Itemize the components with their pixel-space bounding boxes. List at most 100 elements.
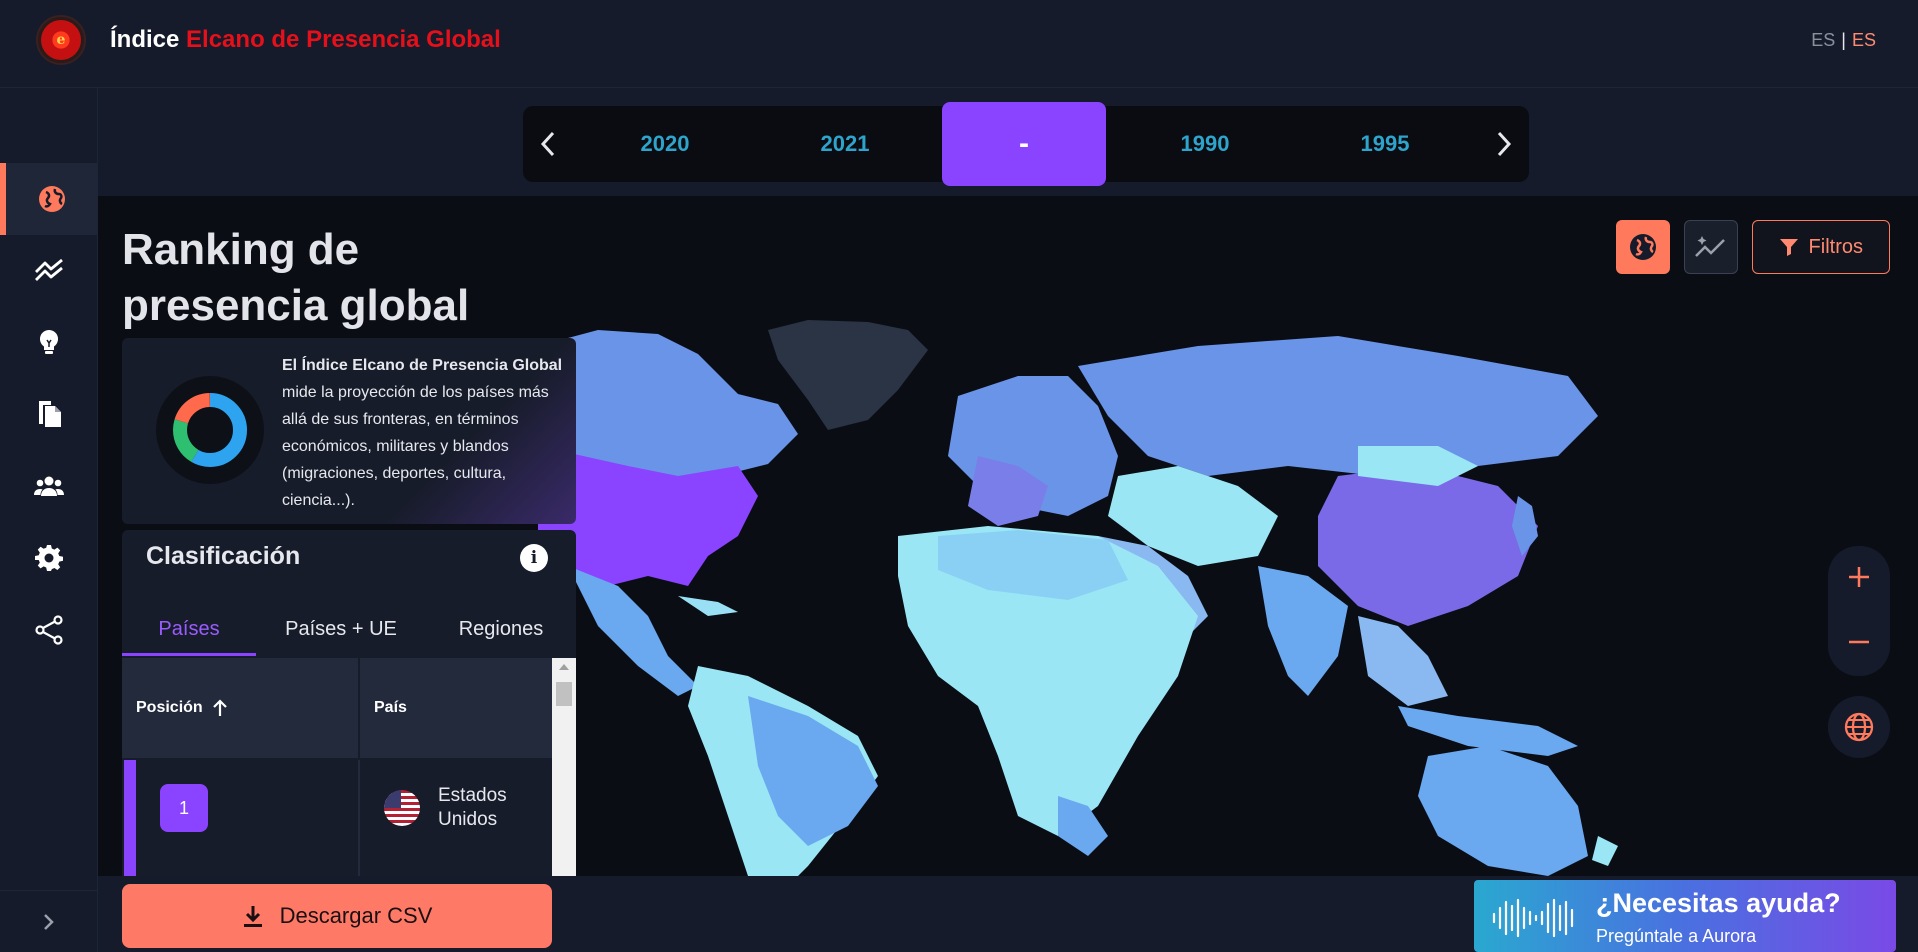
help-assistant-banner[interactable]: ¿Necesitas ayuda? Pregúntale a Aurora	[1474, 880, 1896, 952]
index-donut-icon	[156, 376, 264, 484]
plus-icon	[1849, 567, 1869, 587]
row-highlight-bar	[124, 760, 136, 876]
filters-button[interactable]: Filtros	[1751, 220, 1890, 274]
index-info-card: El Índice Elcano de Presencia Global mid…	[122, 338, 576, 524]
lang-separator: |	[1841, 30, 1846, 50]
rank-badge: 1	[160, 784, 208, 832]
sidebar	[0, 88, 98, 952]
table-scrollbar[interactable]	[552, 658, 576, 876]
map-region-mexico	[568, 566, 698, 696]
zoom-out-button[interactable]	[1847, 625, 1871, 662]
language-switcher: ES | ES	[1811, 30, 1876, 51]
zoom-controls	[1828, 546, 1890, 676]
year-selector-area: 2020 2021 - 1990 1995	[98, 88, 1918, 196]
globe-icon	[38, 186, 65, 212]
tab-regiones[interactable]: Regiones	[426, 600, 576, 656]
map-region-greenland	[768, 320, 928, 430]
index-description: El Índice Elcano de Presencia Global mid…	[282, 352, 568, 514]
map-region-australia	[1418, 746, 1588, 876]
globe-icon	[1629, 234, 1656, 260]
sidebar-item-settings[interactable]	[0, 522, 97, 594]
lang-option-es[interactable]: ES	[1811, 30, 1835, 50]
map-view-button[interactable]	[1615, 220, 1670, 274]
row-divider	[358, 760, 360, 876]
filters-label: Filtros	[1808, 235, 1863, 258]
tab-paises-ue[interactable]: Países + UE	[256, 600, 426, 656]
column-header-position-label: Posición	[136, 699, 203, 716]
sidebar-item-insights[interactable]	[0, 306, 97, 378]
world-grid-icon	[1844, 712, 1874, 742]
year-prev-button[interactable]	[523, 106, 573, 182]
help-subtitle: Pregúntale a Aurora	[1596, 926, 1757, 946]
scroll-up-arrow-icon[interactable]	[559, 664, 569, 670]
download-csv-label: Descargar CSV	[279, 903, 433, 928]
zoom-in-button[interactable]	[1847, 560, 1871, 597]
bottom-bar: Descargar CSV ¿Necesitas ayuda? Pregúnta…	[98, 876, 1918, 952]
year-option-selected[interactable]: -	[942, 102, 1106, 186]
sidebar-item-share[interactable]	[0, 594, 97, 666]
year-option[interactable]: 1995	[1303, 106, 1467, 182]
ranking-table: Posición País 1 Estados Unidos	[122, 658, 552, 876]
column-header-country[interactable]: País	[360, 658, 552, 758]
chevron-right-icon	[43, 913, 54, 930]
minus-icon	[1849, 640, 1869, 644]
info-icon[interactable]: i	[520, 544, 548, 572]
download-csv-button[interactable]: Descargar CSV	[122, 884, 552, 948]
main-content: Ranking de presencia global Filtros El Í…	[98, 196, 1918, 876]
scroll-thumb[interactable]	[556, 682, 572, 706]
classification-panel: Clasificación i Países Países + UE Regio…	[122, 530, 576, 876]
map-region-india	[1258, 566, 1348, 696]
app-title: Índice Elcano de Presencia Global	[110, 26, 501, 54]
logo-letter: e	[41, 20, 81, 60]
lang-option-active[interactable]: ES	[1852, 30, 1876, 50]
map-region-new-zealand	[1592, 836, 1618, 866]
classification-title: Clasificación	[146, 542, 301, 570]
view-actions: Filtros	[1615, 220, 1890, 274]
map-region-southeast-asia	[1358, 616, 1448, 706]
year-option[interactable]: 2021	[763, 106, 927, 182]
index-description-text: mide la proyección de los países más all…	[282, 384, 549, 509]
year-selector: 2020 2021 - 1990 1995	[523, 102, 1529, 186]
sidebar-item-ranking[interactable]	[0, 163, 97, 235]
reset-view-button[interactable]	[1828, 696, 1890, 758]
elcano-logo[interactable]: e	[36, 15, 86, 65]
year-next-button[interactable]	[1479, 106, 1529, 182]
sidebar-item-team[interactable]	[0, 450, 97, 522]
chevron-left-icon	[540, 131, 555, 157]
sidebar-expand-button[interactable]	[0, 890, 97, 952]
documents-icon	[38, 401, 61, 427]
app-title-part2: Elcano de Presencia Global	[186, 26, 501, 53]
column-header-country-label: País	[374, 699, 407, 716]
country-name: Estados Unidos	[438, 785, 507, 830]
tab-paises[interactable]: Países	[122, 600, 256, 656]
lightbulb-icon	[39, 329, 58, 354]
help-title: ¿Necesitas ayuda?	[1596, 888, 1841, 918]
filter-icon	[1779, 239, 1798, 256]
year-option[interactable]: 1990	[1123, 106, 1287, 182]
sparkle-trend-icon	[1694, 236, 1725, 257]
map-region-caribbean	[678, 596, 738, 616]
year-option[interactable]: 2020	[583, 106, 747, 182]
download-icon	[243, 906, 262, 927]
sidebar-item-evolution[interactable]	[0, 234, 97, 306]
column-header-position[interactable]: Posición	[122, 658, 358, 758]
classification-tabs: Países Países + UE Regiones	[122, 600, 576, 656]
gear-icon	[34, 545, 63, 571]
map-region-china	[1318, 466, 1538, 626]
sort-ascending-icon	[212, 699, 227, 716]
share-icon	[34, 615, 63, 645]
chevron-right-icon	[1497, 131, 1512, 157]
table-row[interactable]: 1 Estados Unidos	[122, 760, 552, 876]
index-description-bold: El Índice Elcano de Presencia Global	[282, 357, 563, 374]
users-icon	[33, 476, 64, 496]
page-title: Ranking de presencia global	[122, 225, 470, 330]
map-region-russia	[1078, 336, 1598, 476]
top-header: e Índice Elcano de Presencia Global ES | E…	[0, 0, 1918, 88]
trend-icon	[34, 258, 63, 281]
usa-flag-icon	[384, 790, 420, 826]
trend-view-button[interactable]	[1683, 220, 1738, 274]
voice-wave-icon	[1492, 898, 1574, 938]
app-title-part1: Índice	[110, 26, 180, 53]
sidebar-item-documents[interactable]	[0, 378, 97, 450]
map-region-south-africa	[1058, 796, 1108, 856]
